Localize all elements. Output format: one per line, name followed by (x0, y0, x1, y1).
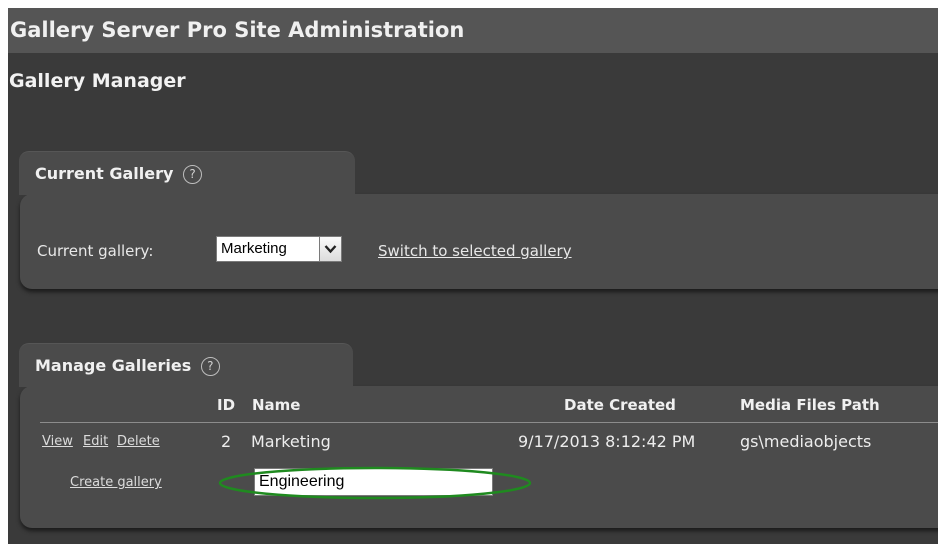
gallery-date-cell: 9/17/2013 8:12:42 PM (518, 432, 696, 451)
edit-gallery-link[interactable]: Edit (83, 434, 108, 449)
delete-gallery-link[interactable]: Delete (117, 434, 160, 449)
site-title: Gallery Server Pro Site Administration (8, 8, 938, 53)
current-gallery-tab-label: Current Gallery (35, 164, 174, 183)
current-gallery-panel: Current Gallery ? Current gallery: Marke… (19, 151, 938, 289)
gallery-select[interactable]: Marketing (216, 236, 358, 262)
view-gallery-link[interactable]: View (42, 434, 73, 449)
column-header-name: Name (252, 396, 301, 414)
current-gallery-tab: Current Gallery ? (19, 151, 355, 195)
new-gallery-name-input[interactable] (254, 468, 493, 496)
manage-galleries-panel: Manage Galleries ? ID Name Date Created … (19, 343, 938, 528)
help-icon[interactable]: ? (200, 357, 220, 376)
page-title: Gallery Manager (9, 70, 186, 92)
create-gallery-link[interactable]: Create gallery (70, 475, 162, 490)
column-header-date-created: Date Created (564, 396, 676, 414)
manage-galleries-tab-label: Manage Galleries (35, 356, 192, 375)
current-gallery-label: Current gallery: (37, 242, 154, 260)
gallery-path-cell: gs\mediaobjects (740, 432, 872, 451)
gallery-id-cell: 2 (221, 432, 232, 451)
column-header-media-path: Media Files Path (740, 396, 880, 414)
gallery-select-value[interactable]: Marketing (216, 236, 320, 262)
admin-window: Gallery Server Pro Site Administration G… (8, 8, 938, 544)
gallery-name-cell: Marketing (251, 432, 331, 451)
manage-galleries-tab: Manage Galleries ? (19, 343, 353, 387)
column-header-id: ID (217, 396, 236, 414)
header-divider (40, 422, 938, 423)
help-icon[interactable]: ? (183, 165, 203, 184)
dropdown-arrow-icon[interactable] (319, 236, 342, 262)
switch-gallery-link[interactable]: Switch to selected gallery (378, 242, 572, 260)
